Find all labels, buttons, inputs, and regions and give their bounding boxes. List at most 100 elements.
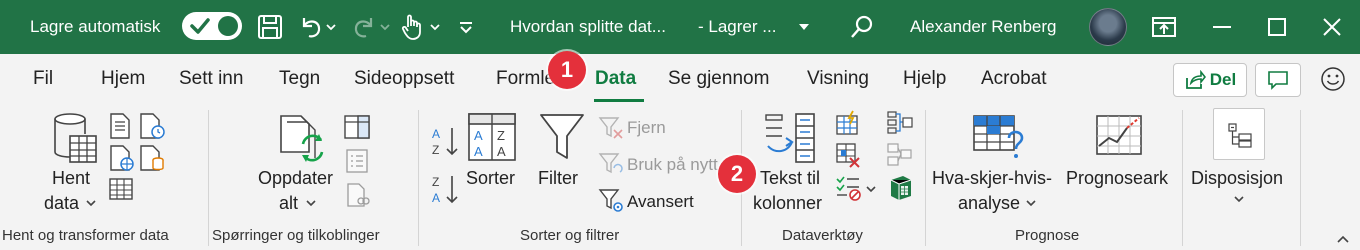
from-table-range-icon[interactable] [108,176,134,202]
group-divider [925,110,926,246]
forecast-sheet-icon [1096,115,1142,155]
what-if-dropdown-icon[interactable] [1025,198,1037,208]
get-data-dropdown-icon[interactable] [85,198,97,208]
reapply-icon[interactable] [598,152,624,176]
share-label: Del [1209,70,1237,89]
sort-button[interactable]: Sorter [466,166,515,190]
undo-dropdown-icon[interactable] [322,13,340,41]
forecast-sheet-label[interactable]: Prognoseark [1066,166,1168,190]
sort-descending-icon[interactable]: ZA [430,172,460,206]
touch-mode-icon[interactable] [398,13,426,41]
comments-button[interactable] [1255,63,1301,97]
close-icon[interactable] [1318,13,1346,41]
recent-sources-icon[interactable] [138,112,166,140]
excel-window: Lagre automatisk Hvordan splitte dat... … [0,0,1360,250]
title-bar: Lagre automatisk Hvordan splitte dat... … [0,0,1360,54]
svg-text:A: A [497,144,506,159]
filter-button[interactable]: Filter [538,166,578,190]
tab-sett-inn[interactable]: Sett inn [179,68,243,90]
queries-connections-icon[interactable] [343,114,371,140]
flash-fill-icon[interactable] [835,110,861,136]
svg-text:Z: Z [432,143,439,157]
outline-dropdown-icon[interactable] [1233,194,1245,204]
tab-acrobat[interactable]: Acrobat [981,68,1046,90]
redo-dropdown-icon[interactable] [376,13,394,41]
step-badge-2: 2 [718,155,756,193]
search-icon[interactable] [848,13,876,41]
save-icon[interactable] [256,13,284,41]
existing-connections-icon[interactable] [138,144,166,172]
document-title[interactable]: Hvordan splitte dat... [510,0,666,54]
tab-se-gjennom[interactable]: Se gjennom [668,68,769,90]
properties-icon[interactable] [345,148,369,174]
clear-filter-label[interactable]: Fjern [627,118,666,138]
smiley-icon[interactable] [1318,64,1348,94]
outline-label[interactable]: Disposisjon [1191,166,1283,190]
from-web-icon[interactable] [108,144,136,172]
advanced-filter-icon[interactable] [598,188,624,214]
save-status[interactable]: - Lagrer ... [698,0,776,54]
tab-visning[interactable]: Visning [807,68,869,90]
what-if-label-1[interactable]: Hva-skjer-hvis- [932,166,1052,190]
group-label-queries: Spørringer og tilkoblinger [212,227,380,244]
redo-icon[interactable] [350,13,378,41]
svg-text:A: A [432,127,440,141]
what-if-analysis-icon [973,115,1024,158]
reapply-label[interactable]: Bruk på nytt [627,155,718,175]
from-text-csv-icon[interactable] [108,112,132,140]
data-validation-icon[interactable] [835,174,863,202]
tab-data[interactable]: Data [595,68,636,90]
remove-duplicates-icon[interactable] [835,142,861,168]
text-to-columns-label-2[interactable]: kolonner [753,191,822,215]
collapse-ribbon-icon[interactable] [1336,234,1350,244]
svg-text:A: A [432,191,440,205]
maximize-icon[interactable] [1263,13,1291,41]
database-table-icon [54,113,97,163]
share-button[interactable]: Del [1173,63,1247,97]
group-divider [208,110,209,246]
svg-text:A: A [474,128,483,143]
relationships-icon[interactable] [887,142,913,168]
comment-icon [1268,71,1288,90]
get-data-label-1[interactable]: Hent [52,166,90,190]
data-validation-dropdown-icon[interactable] [865,184,877,194]
undo-icon[interactable] [297,13,325,41]
toggle-knob [218,16,238,36]
tab-hjem[interactable]: Hjem [101,68,145,90]
autosave-label: Lagre automatisk [30,17,161,36]
outline-icon [1228,123,1252,148]
ribbon-display-icon[interactable] [1150,13,1178,41]
advanced-filter-label[interactable]: Avansert [627,192,694,212]
user-name[interactable]: Alexander Renberg [910,0,1056,54]
outline-button-frame[interactable] [1213,108,1265,160]
refresh-all-label-2[interactable]: alt [279,191,298,215]
tab-hjelp[interactable]: Hjelp [903,68,946,90]
tab-tegn[interactable]: Tegn [279,68,320,90]
sort-ascending-icon[interactable]: AZ [430,124,460,158]
group-divider [1182,110,1183,246]
check-icon [190,18,210,34]
minimize-icon[interactable] [1208,13,1236,41]
edit-links-icon[interactable] [345,182,371,208]
touch-dropdown-icon[interactable] [426,13,444,41]
tab-fil[interactable]: Fil [33,68,53,90]
group-label-forecast: Prognose [1015,227,1080,244]
consolidate-icon[interactable] [887,110,913,136]
what-if-label-2[interactable]: analyse [958,191,1020,215]
tab-sideoppsett[interactable]: Sideoppsett [354,68,454,90]
customize-icon[interactable] [452,13,480,41]
title-dropdown-icon[interactable] [794,13,814,41]
svg-text:Z: Z [432,175,439,189]
text-to-columns-label-1[interactable]: Tekst til [760,166,820,190]
avatar[interactable] [1089,8,1127,46]
autosave-toggle[interactable] [182,12,242,40]
svg-text:Z: Z [497,128,505,143]
refresh-all-label-1[interactable]: Oppdater [258,166,333,190]
data-model-icon[interactable] [887,174,913,202]
refresh-dropdown-icon[interactable] [305,198,317,208]
group-label-sort-filter: Sorter og filtrer [520,227,620,244]
filter-funnel-icon [540,114,584,159]
get-data-label-2[interactable]: data [44,191,79,215]
refresh-all-icon [280,115,324,162]
clear-filter-icon[interactable] [598,116,624,140]
